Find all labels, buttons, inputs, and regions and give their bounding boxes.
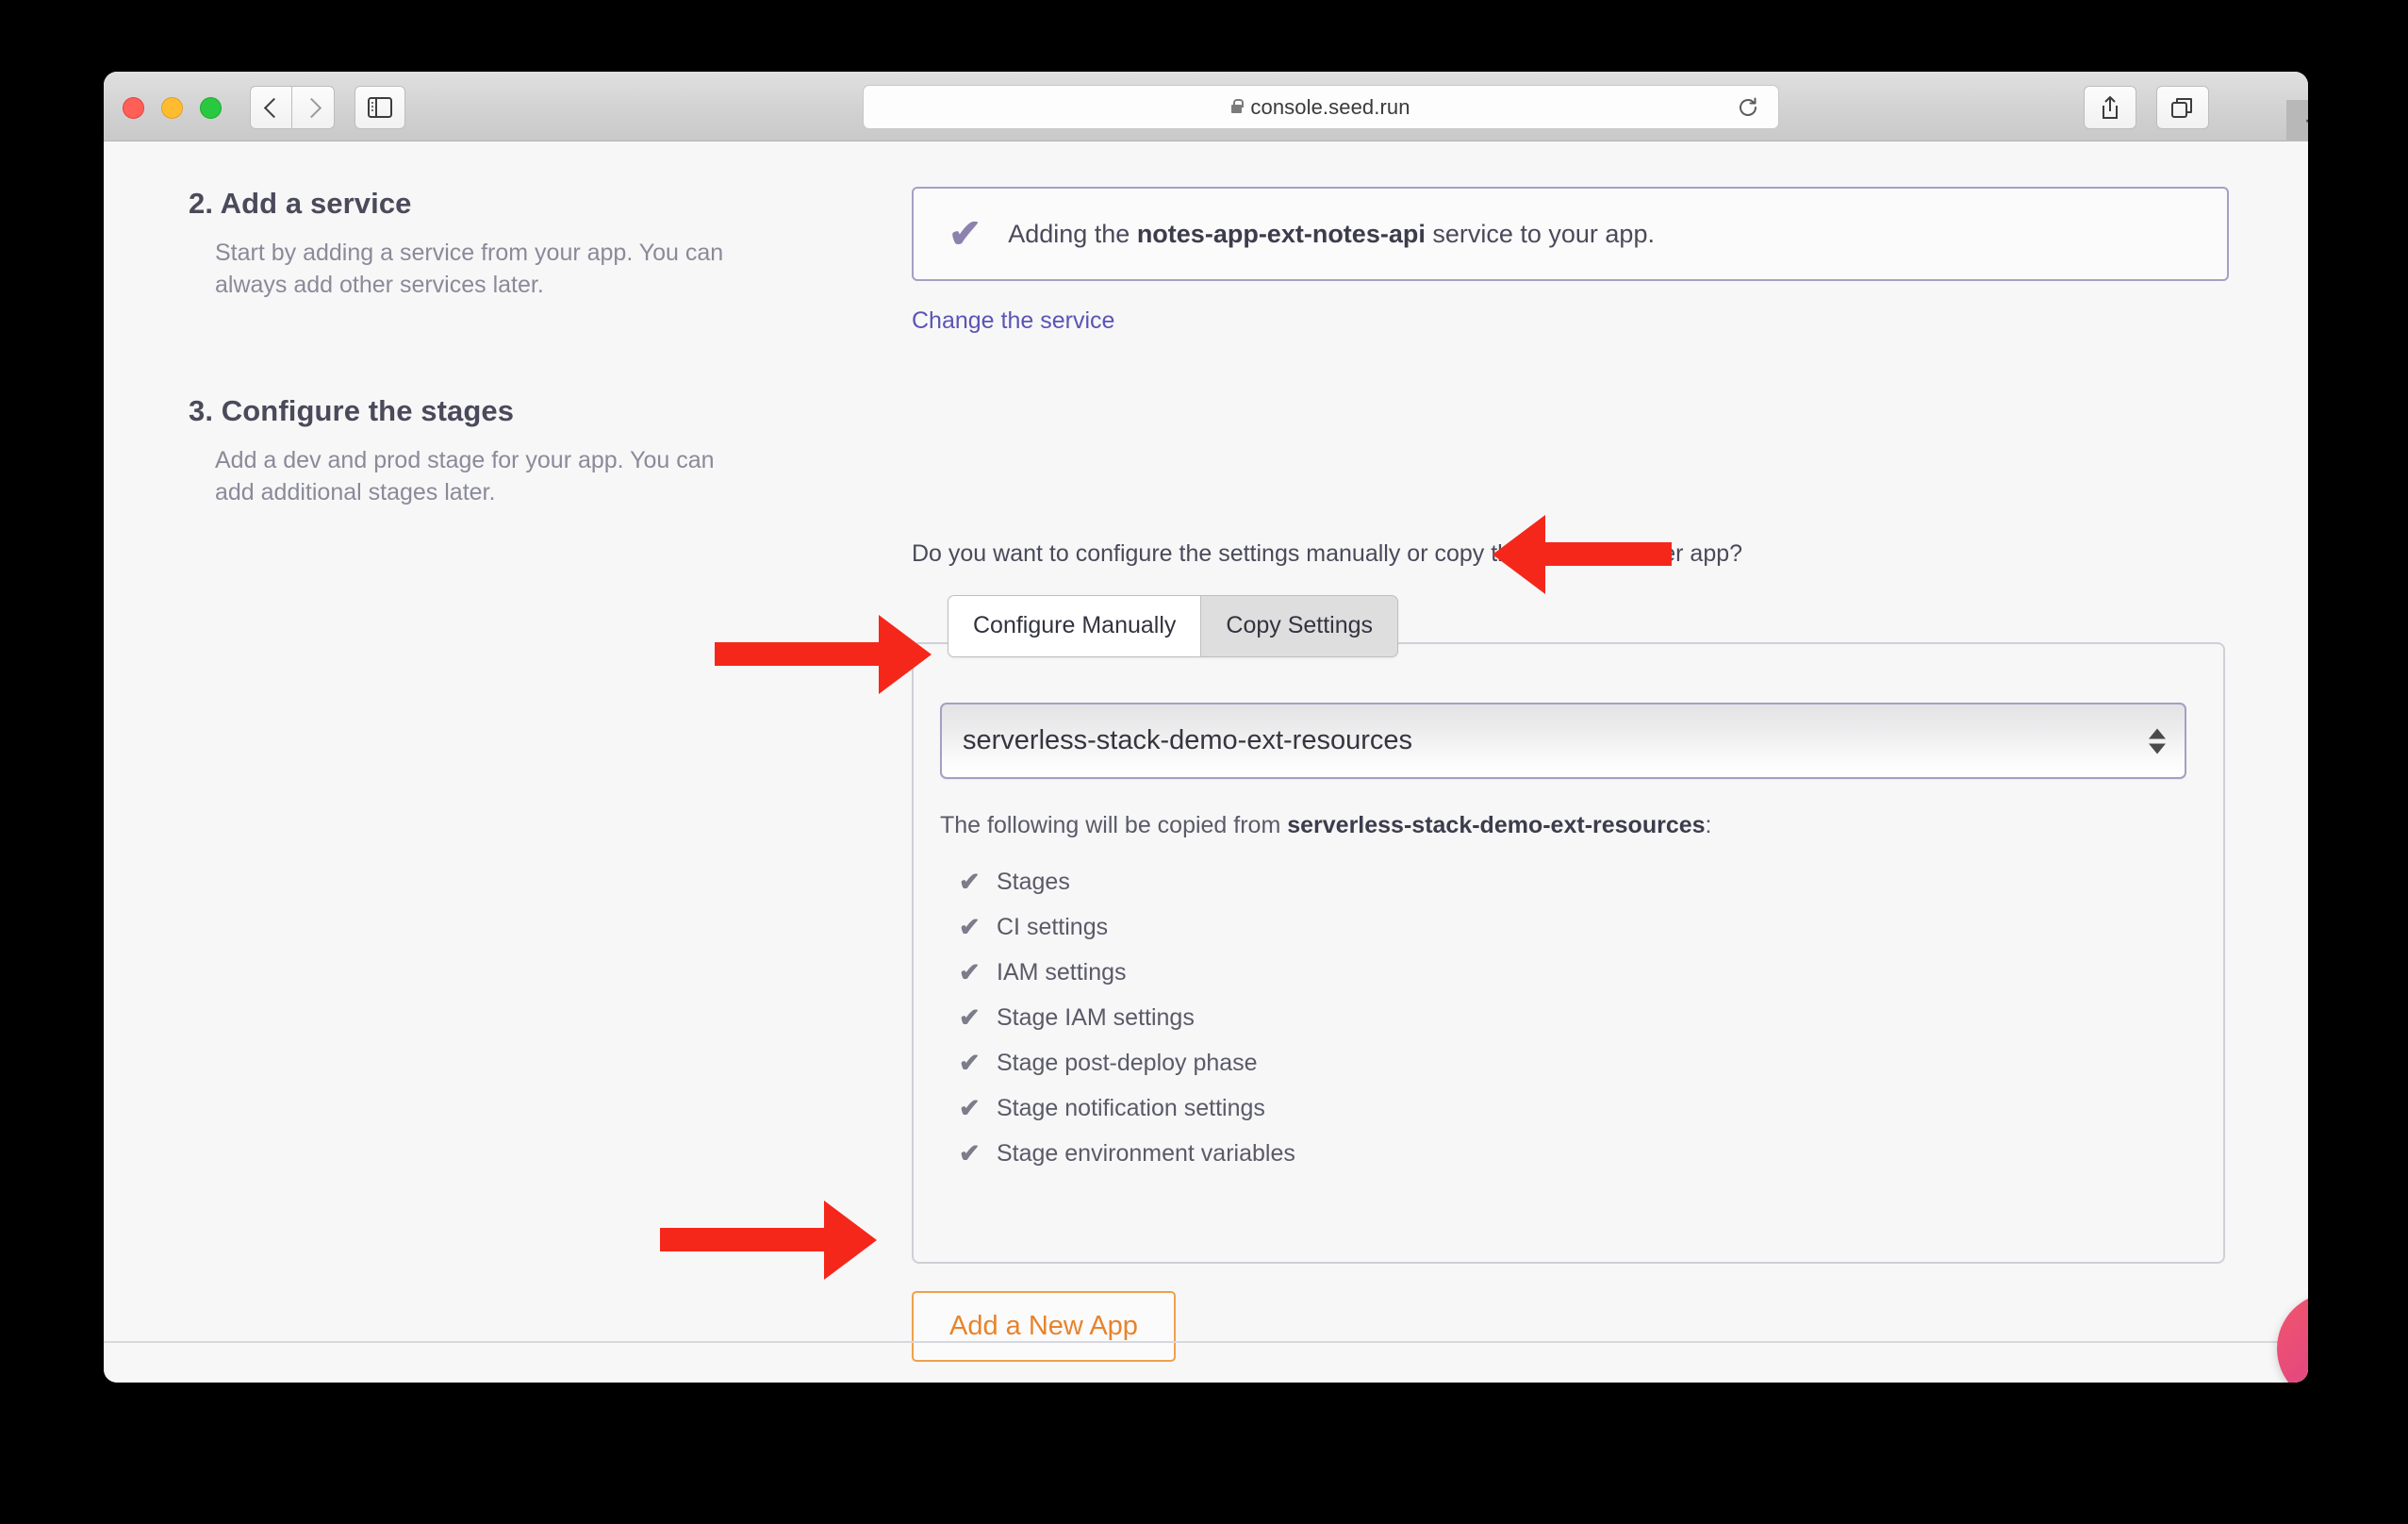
forward-button[interactable] <box>291 86 335 129</box>
tab-copy-settings[interactable]: Copy Settings <box>1200 595 1399 657</box>
step-2-description: Start by adding a service from your app.… <box>215 240 724 298</box>
check-icon: ✔ <box>959 1093 981 1122</box>
copy-from-prefix: The following will be copied from <box>940 812 1288 838</box>
check-icon: ✔ <box>959 1138 981 1168</box>
source-app-select-value: serverless-stack-demo-ext-resources <box>963 725 1413 755</box>
tab-overview-icon <box>2171 98 2192 118</box>
list-item: ✔ IAM settings <box>959 950 1295 995</box>
settings-mode-tabs: Configure Manually Copy Settings <box>948 595 1399 657</box>
reload-icon[interactable] <box>1737 96 1759 119</box>
list-item-label: IAM settings <box>997 958 1127 986</box>
step-3-title: 3. Configure the stages <box>189 394 515 427</box>
back-button[interactable] <box>250 86 292 129</box>
maximize-window-button[interactable] <box>200 97 222 119</box>
banner-text-before: Adding the <box>1008 219 1137 248</box>
chevron-right-icon <box>301 97 322 118</box>
list-item-label: Stage notification settings <box>997 1094 1265 1121</box>
browser-window: console.seed.run 2. Add a service Start … <box>104 72 2308 1383</box>
check-icon: ✔ <box>959 867 981 896</box>
service-added-text: Adding the notes-app-ext-notes-api servi… <box>1008 220 1655 249</box>
list-item-label: Stage IAM settings <box>997 1003 1195 1031</box>
arrow-to-add-a-new-app-button <box>660 1201 877 1280</box>
screenshot-root: console.seed.run 2. Add a service Start … <box>0 0 2408 1524</box>
share-icon <box>2103 96 2118 119</box>
tab-configure-manually[interactable]: Configure Manually <box>948 595 1201 657</box>
check-icon: ✔ <box>959 1048 981 1077</box>
stepper-updown-icon <box>2149 728 2166 754</box>
minimize-window-button[interactable] <box>161 97 183 119</box>
copied-settings-list: ✔ Stages ✔ CI settings ✔ IAM settings ✔ … <box>959 859 1295 1176</box>
step-3-description: Add a dev and prod stage for your app. Y… <box>215 447 715 505</box>
list-item: ✔ Stage IAM settings <box>959 995 1295 1040</box>
list-item: ✔ Stage post-deploy phase <box>959 1040 1295 1085</box>
lock-icon <box>1231 99 1245 113</box>
copy-from-text: The following will be copied from server… <box>940 812 1712 839</box>
sidebar-toggle-icon <box>368 97 392 118</box>
arrow-to-app-select <box>715 615 932 694</box>
check-icon: ✔ <box>959 912 981 941</box>
change-the-service-link[interactable]: Change the service <box>912 307 1114 335</box>
check-icon: ✔ <box>959 1002 981 1032</box>
footer-divider <box>104 1341 2308 1343</box>
arrow-to-copy-settings-tab <box>1493 515 1672 594</box>
page-content: 2. Add a service Start by adding a servi… <box>104 141 2308 1383</box>
share-button[interactable] <box>2084 86 2136 129</box>
url-text: console.seed.run <box>1250 94 1410 119</box>
list-item-label: Stage environment variables <box>997 1139 1295 1167</box>
window-traffic-lights <box>123 97 222 119</box>
copy-from-app-name: serverless-stack-demo-ext-resources <box>1287 812 1706 838</box>
list-item-label: Stage post-deploy phase <box>997 1049 1258 1076</box>
chat-bubble-icon <box>2303 1321 2308 1376</box>
check-icon: ✔ <box>959 957 981 986</box>
banner-text-after: service to your app. <box>1425 219 1655 248</box>
copy-from-suffix: : <box>1705 812 1712 838</box>
list-item-label: Stages <box>997 868 1070 895</box>
list-item: ✔ Stage environment variables <box>959 1131 1295 1176</box>
list-item: ✔ Stages <box>959 859 1295 904</box>
chevron-left-icon <box>263 97 284 118</box>
check-icon: ✔ <box>948 211 982 256</box>
add-a-new-app-button[interactable]: Add a New App <box>912 1291 1176 1362</box>
service-added-banner: ✔ Adding the notes-app-ext-notes-api ser… <box>912 187 2229 281</box>
new-tab-button[interactable]: + <box>2286 100 2308 141</box>
copy-settings-panel: serverless-stack-demo-ext-resources The … <box>912 642 2225 1264</box>
banner-service-name: notes-app-ext-notes-api <box>1136 219 1426 248</box>
list-item-label: CI settings <box>997 913 1109 940</box>
step-2-block: 2. Add a service Start by adding a servi… <box>189 187 743 302</box>
step-3-block: 3. Configure the stages Add a dev and pr… <box>189 394 743 509</box>
tab-overview-button[interactable] <box>2156 86 2209 129</box>
list-item: ✔ CI settings <box>959 904 1295 950</box>
address-bar[interactable]: console.seed.run <box>863 85 1779 129</box>
close-window-button[interactable] <box>123 97 144 119</box>
source-app-select[interactable]: serverless-stack-demo-ext-resources <box>940 703 2186 779</box>
list-item: ✔ Stage notification settings <box>959 1085 1295 1131</box>
step-2-title: 2. Add a service <box>189 187 412 220</box>
sidebar-toggle-button[interactable] <box>355 86 405 129</box>
browser-titlebar: console.seed.run <box>104 72 2308 141</box>
